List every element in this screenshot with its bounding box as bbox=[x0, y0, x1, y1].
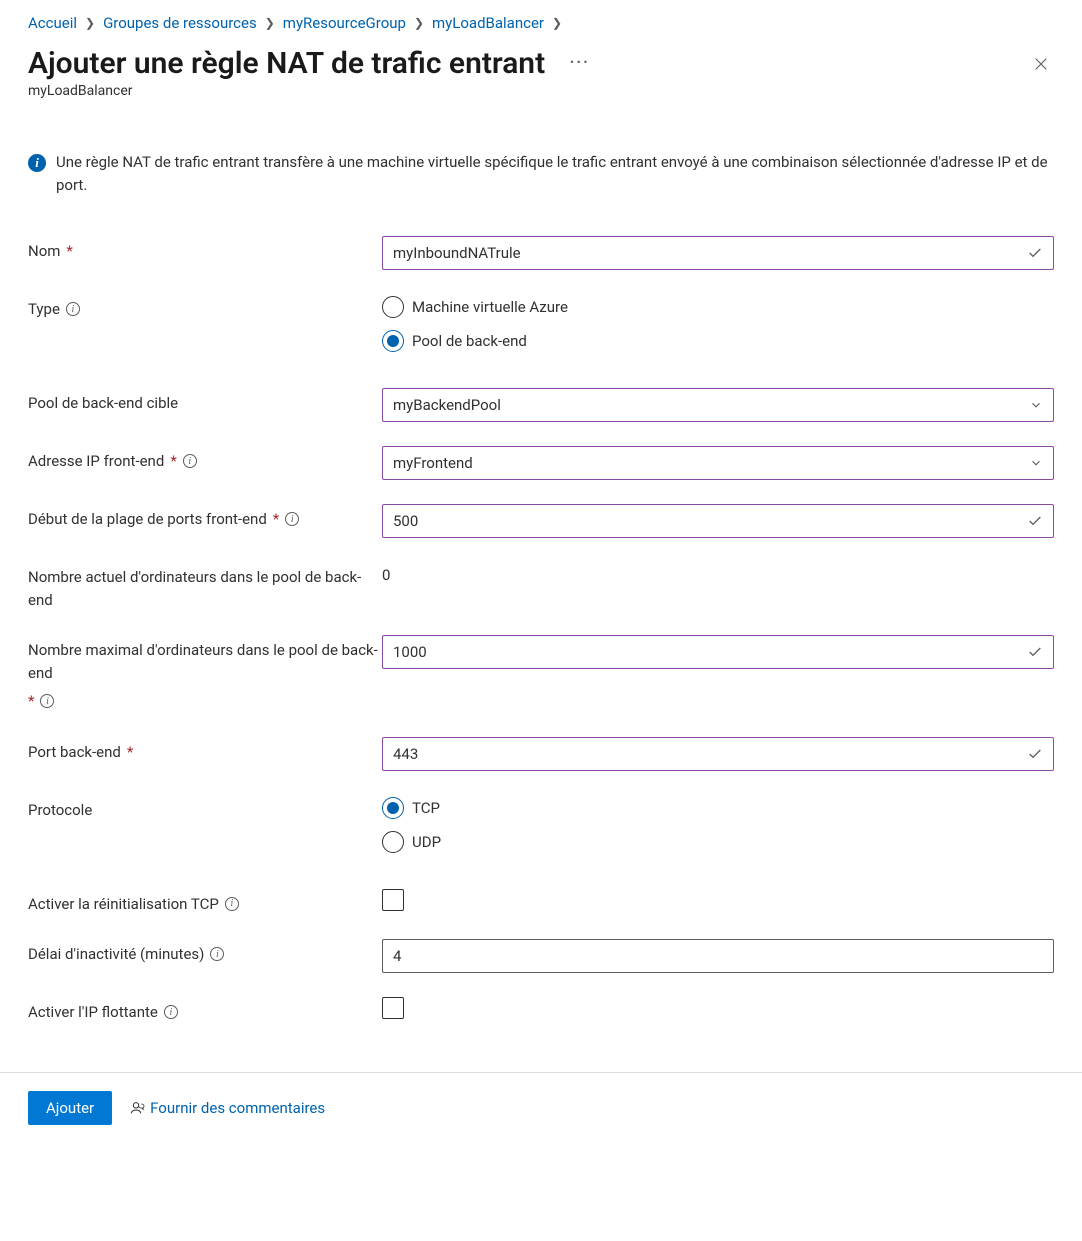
type-label: Type i bbox=[28, 294, 382, 321]
floating-ip-label: Activer l'IP flottante i bbox=[28, 997, 382, 1024]
breadcrumb-myresourcegroup[interactable]: myResourceGroup bbox=[283, 14, 406, 32]
feedback-icon bbox=[130, 1100, 146, 1116]
current-machines-label: Nombre actuel d'ordinateurs dans le pool… bbox=[28, 562, 382, 611]
tcp-reset-checkbox[interactable] bbox=[382, 889, 404, 911]
frontend-port-start-input[interactable] bbox=[382, 504, 1054, 538]
frontend-ip-label: Adresse IP front-end* i bbox=[28, 446, 382, 473]
radio-icon bbox=[382, 831, 404, 853]
info-icon[interactable]: i bbox=[225, 897, 239, 911]
idle-timeout-label: Délai d'inactivité (minutes) i bbox=[28, 939, 382, 966]
backend-port-label: Port back-end* bbox=[28, 737, 382, 764]
radio-label: TCP bbox=[412, 799, 440, 817]
breadcrumb: Accueil ❯ Groupes de ressources ❯ myReso… bbox=[28, 14, 1054, 32]
protocol-radio-tcp[interactable]: TCP bbox=[382, 797, 1054, 819]
info-icon: i bbox=[28, 154, 46, 172]
backend-pool-label: Pool de back-end cible bbox=[28, 388, 382, 415]
radio-label: Machine virtuelle Azure bbox=[412, 298, 568, 316]
tcp-reset-label: Activer la réinitialisation TCP i bbox=[28, 889, 382, 916]
radio-label: Pool de back-end bbox=[412, 332, 527, 350]
page-title-text: Ajouter une règle NAT de trafic entrant bbox=[28, 46, 545, 81]
type-radio-backend-pool[interactable]: Pool de back-end bbox=[382, 330, 1054, 352]
name-input[interactable] bbox=[382, 236, 1054, 270]
page-subtitle: myLoadBalancer bbox=[28, 83, 1054, 99]
info-icon[interactable]: i bbox=[164, 1005, 178, 1019]
close-icon bbox=[1032, 55, 1050, 73]
info-icon[interactable]: i bbox=[40, 694, 54, 708]
info-text: Une règle NAT de trafic entrant transfèr… bbox=[56, 151, 1054, 196]
radio-icon bbox=[382, 797, 404, 819]
info-box: i Une règle NAT de trafic entrant transf… bbox=[28, 151, 1054, 196]
radio-label: UDP bbox=[412, 833, 441, 851]
add-button[interactable]: Ajouter bbox=[28, 1091, 112, 1125]
breadcrumb-home[interactable]: Accueil bbox=[28, 14, 77, 32]
max-machines-label: Nombre maximal d'ordinateurs dans le poo… bbox=[28, 635, 382, 713]
chevron-right-icon: ❯ bbox=[414, 16, 424, 30]
max-machines-input[interactable] bbox=[382, 635, 1054, 669]
info-icon[interactable]: i bbox=[183, 454, 197, 468]
frontend-ip-select[interactable]: myFrontend bbox=[382, 446, 1054, 480]
close-button[interactable] bbox=[1028, 51, 1054, 77]
chevron-right-icon: ❯ bbox=[552, 16, 562, 30]
idle-timeout-input[interactable] bbox=[382, 939, 1054, 973]
name-label: Nom* bbox=[28, 236, 382, 263]
breadcrumb-resource-groups[interactable]: Groupes de ressources bbox=[103, 14, 257, 32]
frontend-port-start-label: Début de la plage de ports front-end* i bbox=[28, 504, 382, 531]
info-icon[interactable]: i bbox=[66, 302, 80, 316]
footer: Ajouter Fournir des commentaires bbox=[0, 1072, 1082, 1143]
chevron-right-icon: ❯ bbox=[85, 16, 95, 30]
backend-port-input[interactable] bbox=[382, 737, 1054, 771]
feedback-link[interactable]: Fournir des commentaires bbox=[130, 1099, 325, 1117]
select-value: myFrontend bbox=[393, 454, 473, 472]
chevron-right-icon: ❯ bbox=[265, 16, 275, 30]
protocol-radio-udp[interactable]: UDP bbox=[382, 831, 1054, 853]
feedback-label: Fournir des commentaires bbox=[150, 1099, 325, 1117]
more-actions-button[interactable]: ··· bbox=[569, 51, 589, 76]
type-radio-vm[interactable]: Machine virtuelle Azure bbox=[382, 296, 1054, 318]
radio-icon bbox=[382, 296, 404, 318]
radio-icon bbox=[382, 330, 404, 352]
floating-ip-checkbox[interactable] bbox=[382, 997, 404, 1019]
backend-pool-select[interactable]: myBackendPool bbox=[382, 388, 1054, 422]
select-value: myBackendPool bbox=[393, 396, 501, 414]
page-title: Ajouter une règle NAT de trafic entrant … bbox=[28, 46, 589, 81]
info-icon[interactable]: i bbox=[285, 512, 299, 526]
protocol-label: Protocole bbox=[28, 795, 382, 822]
breadcrumb-myloadbalancer[interactable]: myLoadBalancer bbox=[432, 14, 544, 32]
current-machines-value: 0 bbox=[382, 562, 1054, 584]
info-icon[interactable]: i bbox=[210, 947, 224, 961]
